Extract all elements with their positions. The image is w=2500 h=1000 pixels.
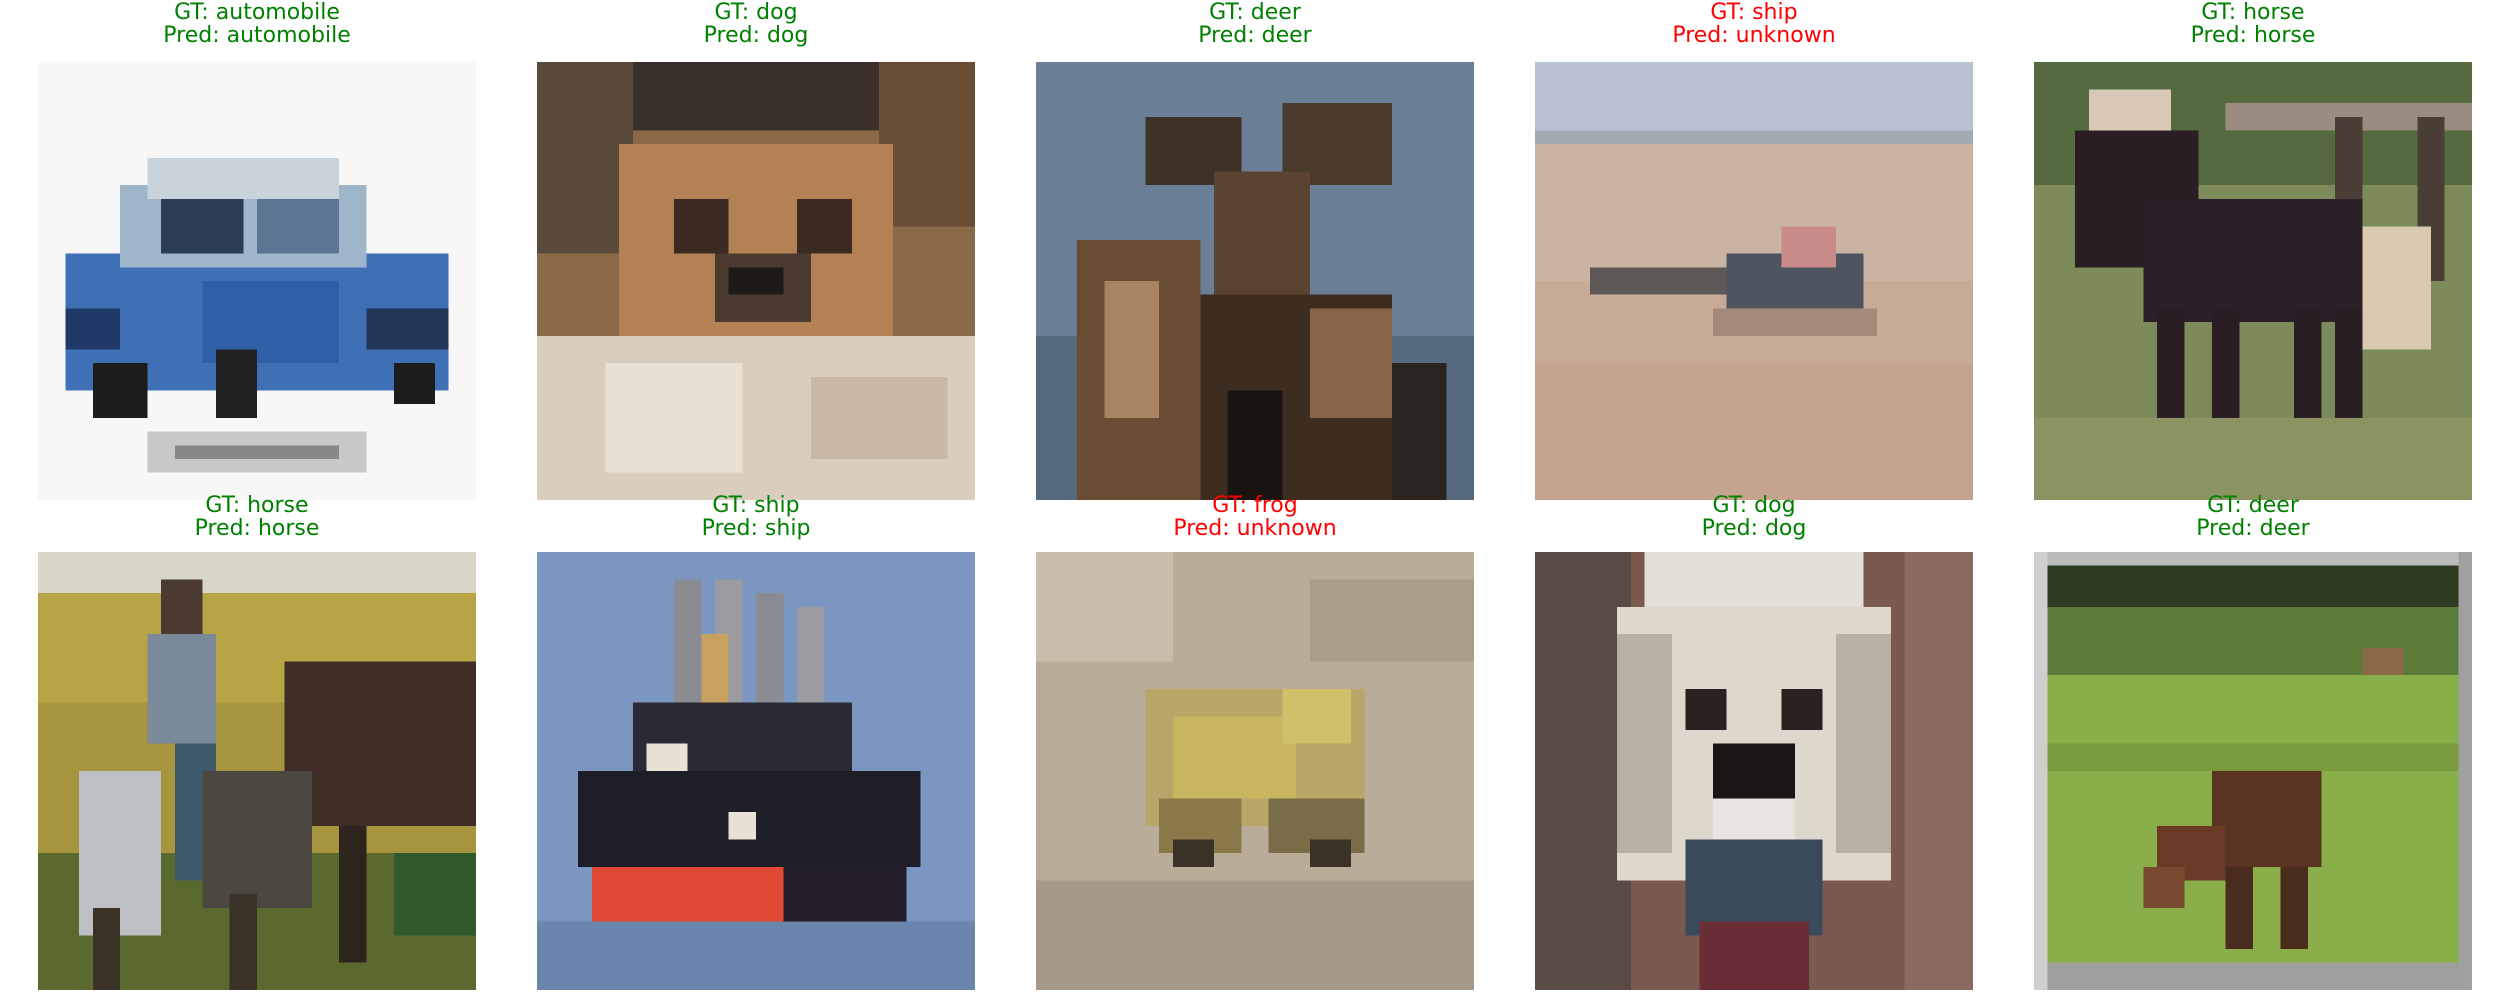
- ground-truth-label: GT: dog: [714, 0, 798, 25]
- sample-caption: GT: dog Pred: dog: [1535, 494, 1973, 540]
- prediction-label: Pred: dog: [1701, 516, 1807, 541]
- ground-truth-label: GT: ship: [1710, 0, 1798, 25]
- sample-caption: GT: ship Pred: ship: [537, 494, 975, 540]
- rider-horse-image-icon: [38, 552, 476, 990]
- prediction-label: Pred: horse: [2190, 23, 2316, 48]
- dark-horse-image-icon: [2034, 62, 2472, 500]
- car-image-icon: [38, 62, 476, 500]
- sample-caption: GT: deer Pred: deer: [2034, 494, 2472, 540]
- sample-caption: GT: ship Pred: unknown: [1535, 1, 1973, 47]
- prediction-label: Pred: automobile: [163, 23, 351, 48]
- ground-truth-label: GT: ship: [712, 493, 800, 518]
- sample-caption: GT: automobile Pred: automobile: [38, 1, 476, 47]
- ground-truth-label: GT: automobile: [174, 0, 340, 25]
- prediction-label: Pred: deer: [1198, 23, 1312, 48]
- red-hull-ship-image-icon: [537, 552, 975, 990]
- sample-caption: GT: frog Pred: unknown: [1036, 494, 1474, 540]
- ground-truth-label: GT: dog: [1712, 493, 1796, 518]
- sample-caption: GT: horse Pred: horse: [2034, 1, 2472, 47]
- moose-image-icon: [1036, 62, 1474, 500]
- prediction-label: Pred: dog: [703, 23, 809, 48]
- prediction-label: Pred: unknown: [1672, 23, 1836, 48]
- ground-truth-label: GT: horse: [2201, 0, 2305, 25]
- ground-truth-label: GT: deer: [2207, 493, 2299, 518]
- ground-truth-label: GT: frog: [1212, 493, 1298, 518]
- prediction-label: Pred: horse: [194, 516, 320, 541]
- prediction-label: Pred: deer: [2196, 516, 2310, 541]
- deer-grazing-image-icon: [2034, 552, 2472, 990]
- sample-caption: GT: horse Pred: horse: [38, 494, 476, 540]
- sample-caption: GT: dog Pred: dog: [537, 1, 975, 47]
- prediction-label: Pred: unknown: [1173, 516, 1337, 541]
- dog-face-image-icon: [537, 62, 975, 500]
- frog-image-icon: [1036, 552, 1474, 990]
- white-dog-image-icon: [1535, 552, 1973, 990]
- ground-truth-label: GT: horse: [205, 493, 309, 518]
- ship-on-water-image-icon: [1535, 62, 1973, 500]
- ground-truth-label: GT: deer: [1209, 0, 1301, 25]
- prediction-label: Pred: ship: [701, 516, 811, 541]
- sample-caption: GT: deer Pred: deer: [1036, 1, 1474, 47]
